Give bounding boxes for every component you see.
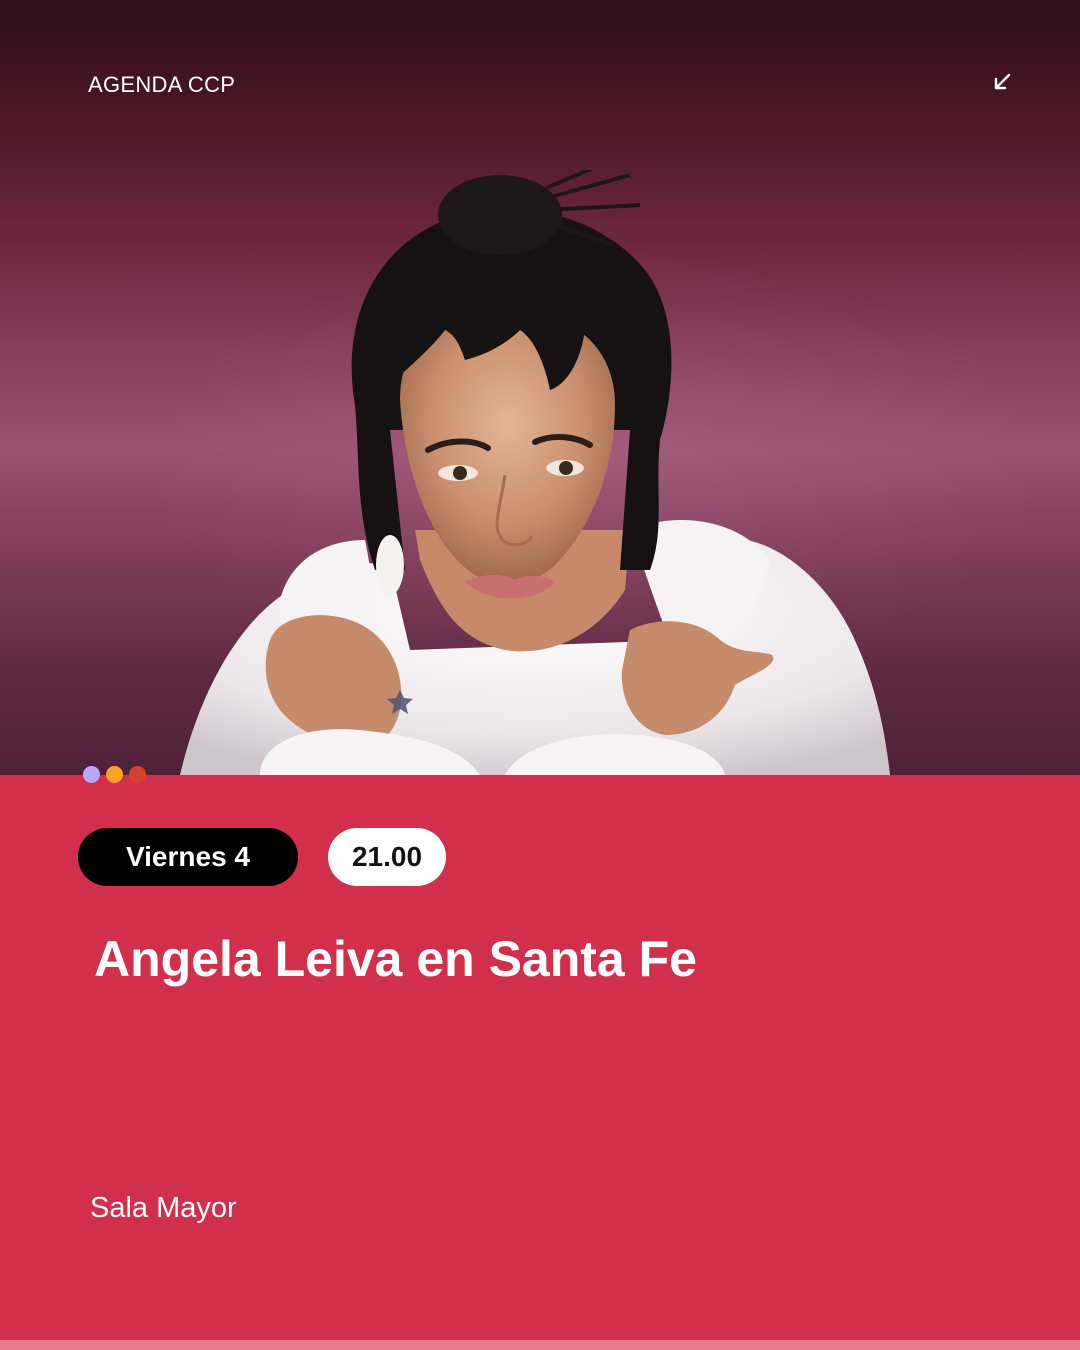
portrait-photo — [180, 170, 890, 775]
brand-label: AGENDA CCP — [88, 72, 236, 97]
arrow-down-left-icon[interactable] — [988, 68, 1016, 96]
day-pill: Viernes 4 — [78, 828, 298, 886]
indicator-dot-3 — [129, 766, 146, 783]
bottom-divider — [0, 1340, 1080, 1350]
event-title: Angela Leiva en Santa Fe — [94, 931, 697, 987]
indicator-dot-2 — [106, 766, 123, 783]
event-card: AGENDA CCP Viernes 4 21.00 Angela Leiva … — [0, 0, 1080, 1350]
slide-indicator — [83, 766, 153, 784]
time-pill: 21.00 — [328, 828, 446, 886]
hero-image: AGENDA CCP — [0, 0, 1080, 775]
venue-label: Sala Mayor — [90, 1192, 237, 1224]
indicator-dot-1 — [83, 766, 100, 783]
